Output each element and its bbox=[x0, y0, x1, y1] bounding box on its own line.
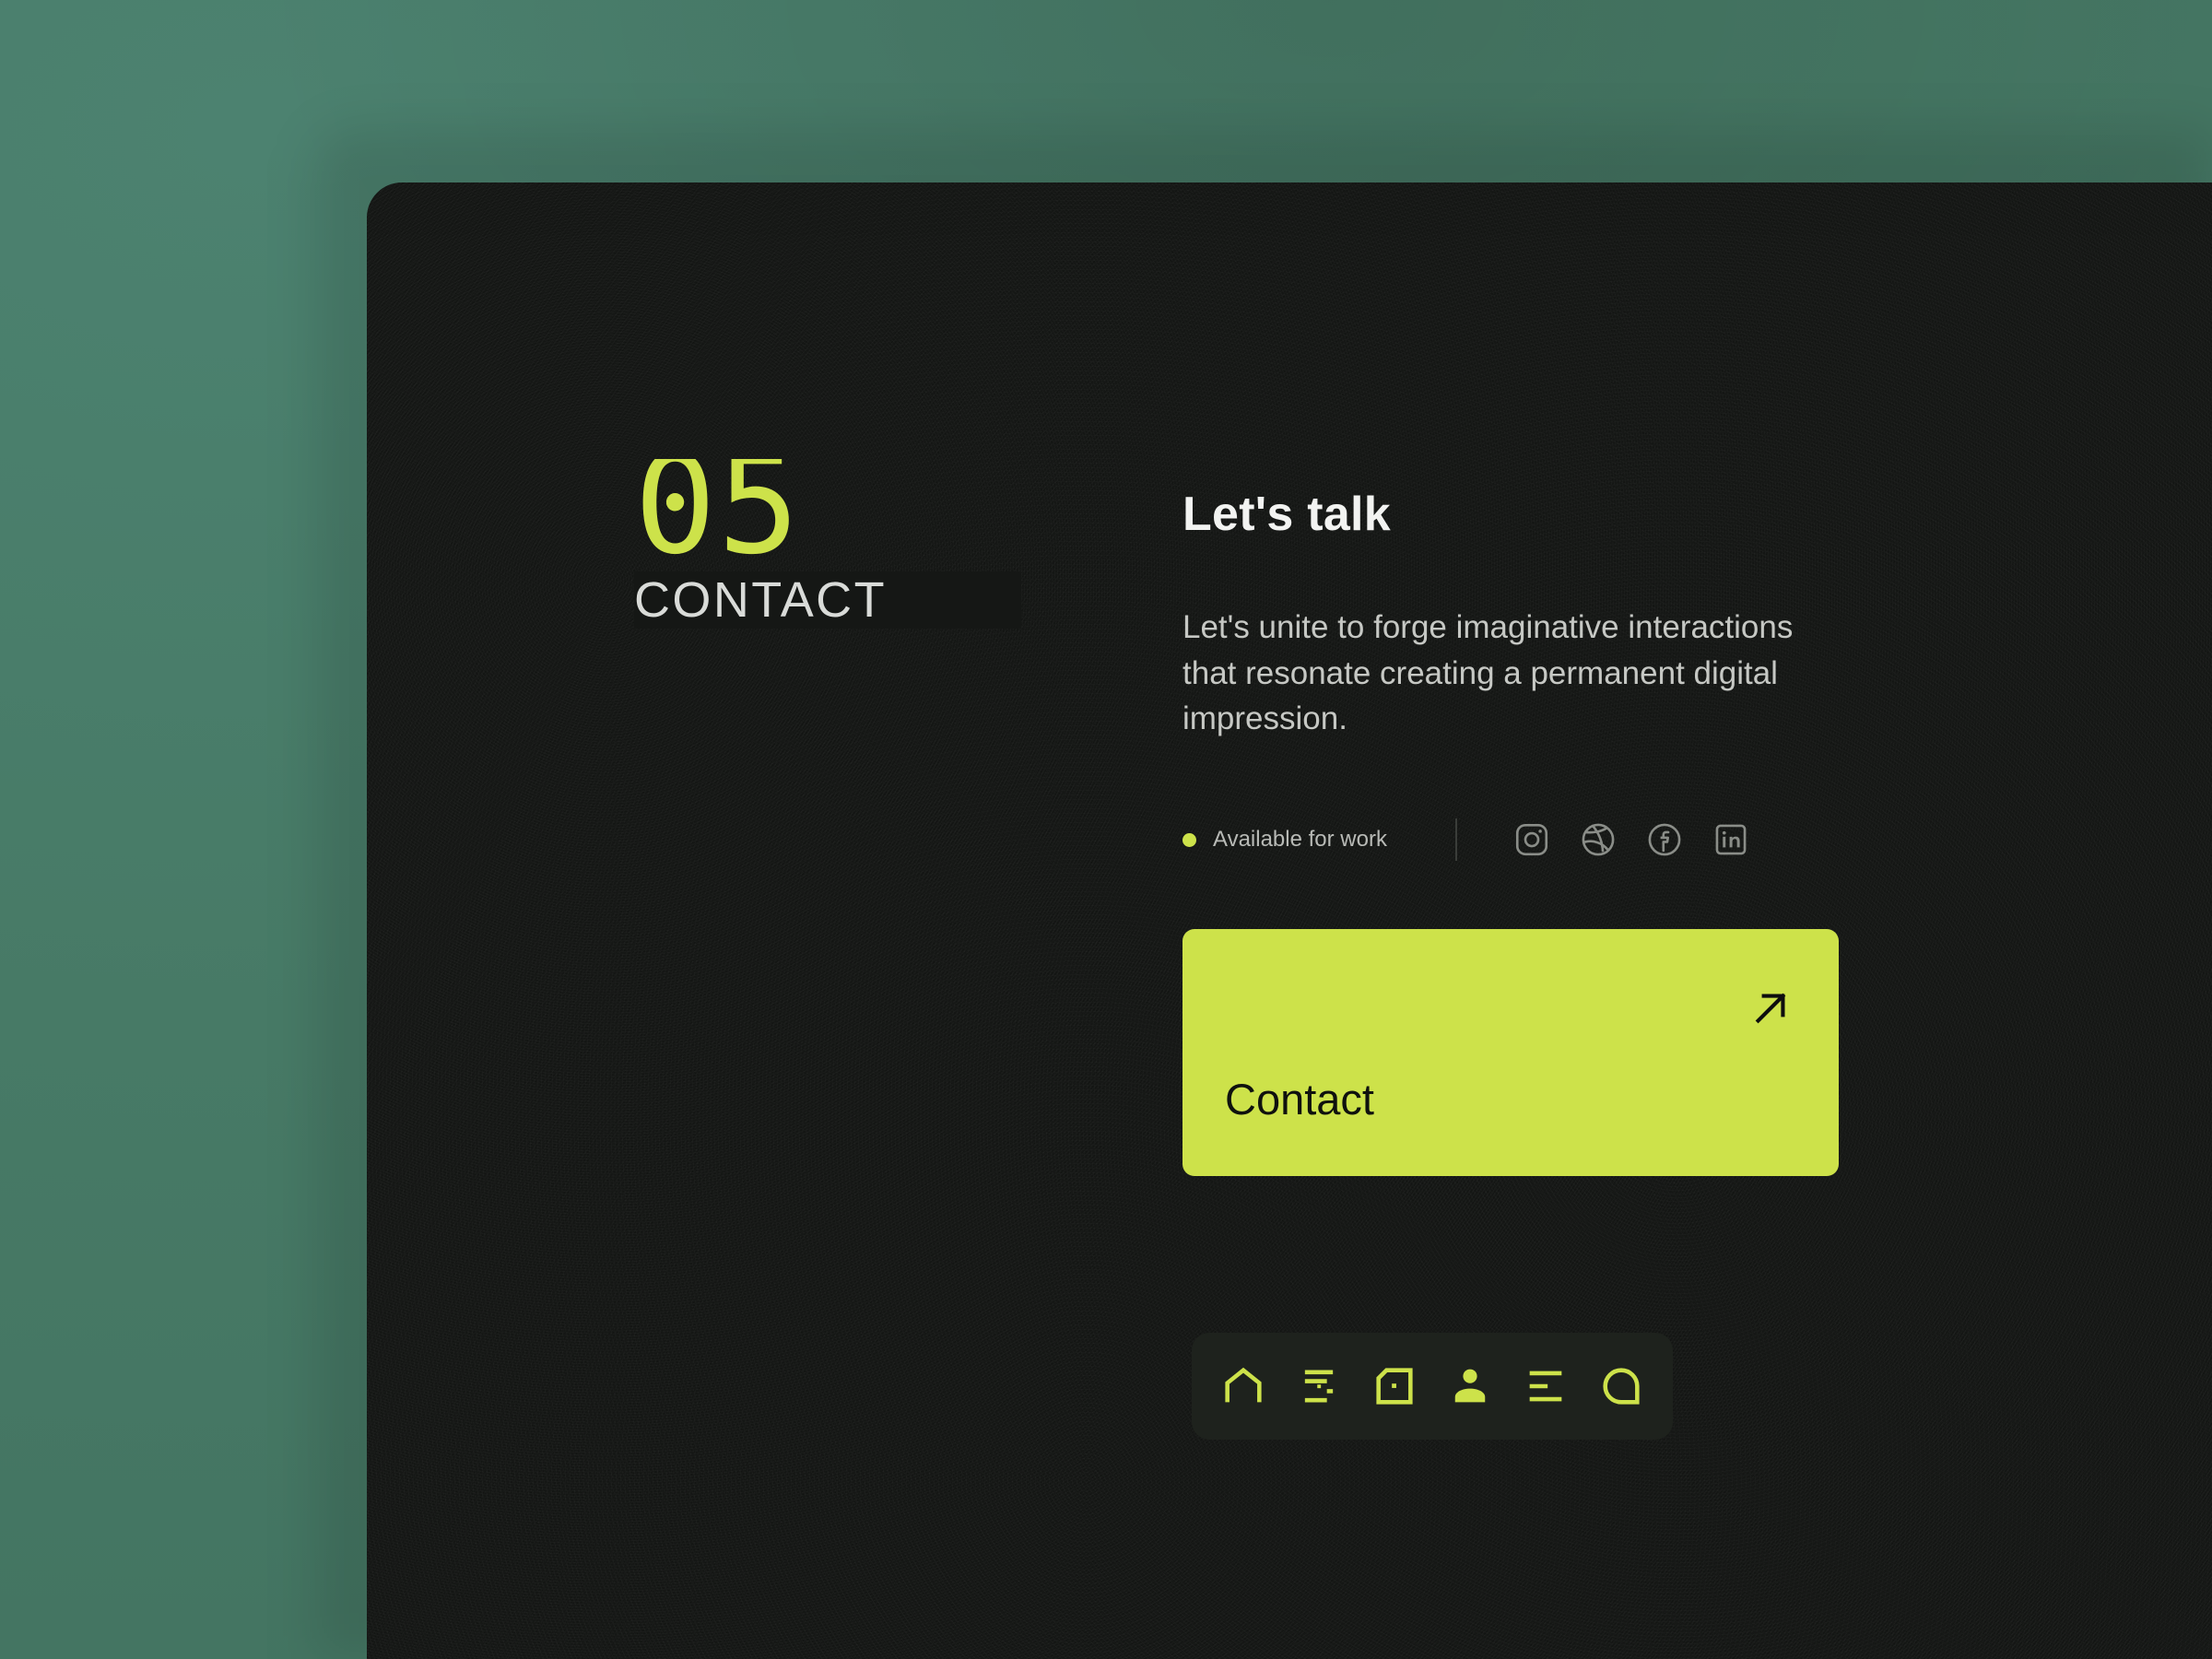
person-icon bbox=[1446, 1362, 1494, 1410]
intro-paragraph: Let's unite to forge imaginative interac… bbox=[1182, 609, 1794, 737]
services-icon bbox=[1295, 1362, 1343, 1410]
vertical-divider bbox=[1454, 818, 1457, 862]
chat-bubble-icon bbox=[1597, 1362, 1645, 1410]
social-links bbox=[1512, 820, 1750, 859]
dock-item-about[interactable] bbox=[1444, 1360, 1496, 1412]
status-badge-label: Available for work bbox=[1213, 827, 1387, 853]
social-link-facebook[interactable] bbox=[1645, 820, 1684, 859]
home-icon bbox=[1219, 1362, 1267, 1410]
section-number-text: 05 bbox=[634, 459, 802, 568]
contact-button[interactable]: Contact bbox=[1182, 929, 1839, 1177]
dock-item-home[interactable] bbox=[1218, 1360, 1269, 1412]
page-title: Let's talk bbox=[1182, 488, 1391, 541]
contact-content: Let's talk Let's unite to forge imaginat… bbox=[1182, 487, 1883, 1177]
section-number: 05 bbox=[634, 459, 1021, 568]
social-link-instagram[interactable] bbox=[1512, 820, 1551, 859]
instagram-icon bbox=[1512, 820, 1551, 859]
section-index: 05 CONTACT bbox=[634, 459, 1021, 629]
status-badge: Available for work bbox=[1182, 827, 1387, 853]
dock-item-portfolio[interactable] bbox=[1369, 1360, 1420, 1412]
arrow-up-right-icon bbox=[1747, 984, 1794, 1032]
status-dot-icon bbox=[1182, 832, 1196, 847]
portfolio-icon bbox=[1371, 1362, 1418, 1410]
dribbble-icon bbox=[1579, 820, 1618, 859]
list-icon bbox=[1522, 1362, 1570, 1410]
contact-button-label: Contact bbox=[1225, 1075, 1374, 1124]
social-link-dribbble[interactable] bbox=[1579, 820, 1618, 859]
dock-item-contact[interactable] bbox=[1595, 1360, 1647, 1412]
section-label: CONTACT bbox=[634, 571, 1021, 629]
facebook-icon bbox=[1645, 820, 1684, 859]
availability-and-socials-row: Available for work bbox=[1182, 818, 1883, 862]
dock-item-services[interactable] bbox=[1293, 1360, 1345, 1412]
dock-item-blog[interactable] bbox=[1520, 1360, 1571, 1412]
social-link-linkedin[interactable] bbox=[1712, 820, 1750, 859]
linkedin-icon bbox=[1712, 820, 1750, 859]
contact-panel: 05 CONTACT Let's talk Let's unite to for… bbox=[367, 182, 2212, 1659]
bottom-dock bbox=[1192, 1333, 1673, 1440]
